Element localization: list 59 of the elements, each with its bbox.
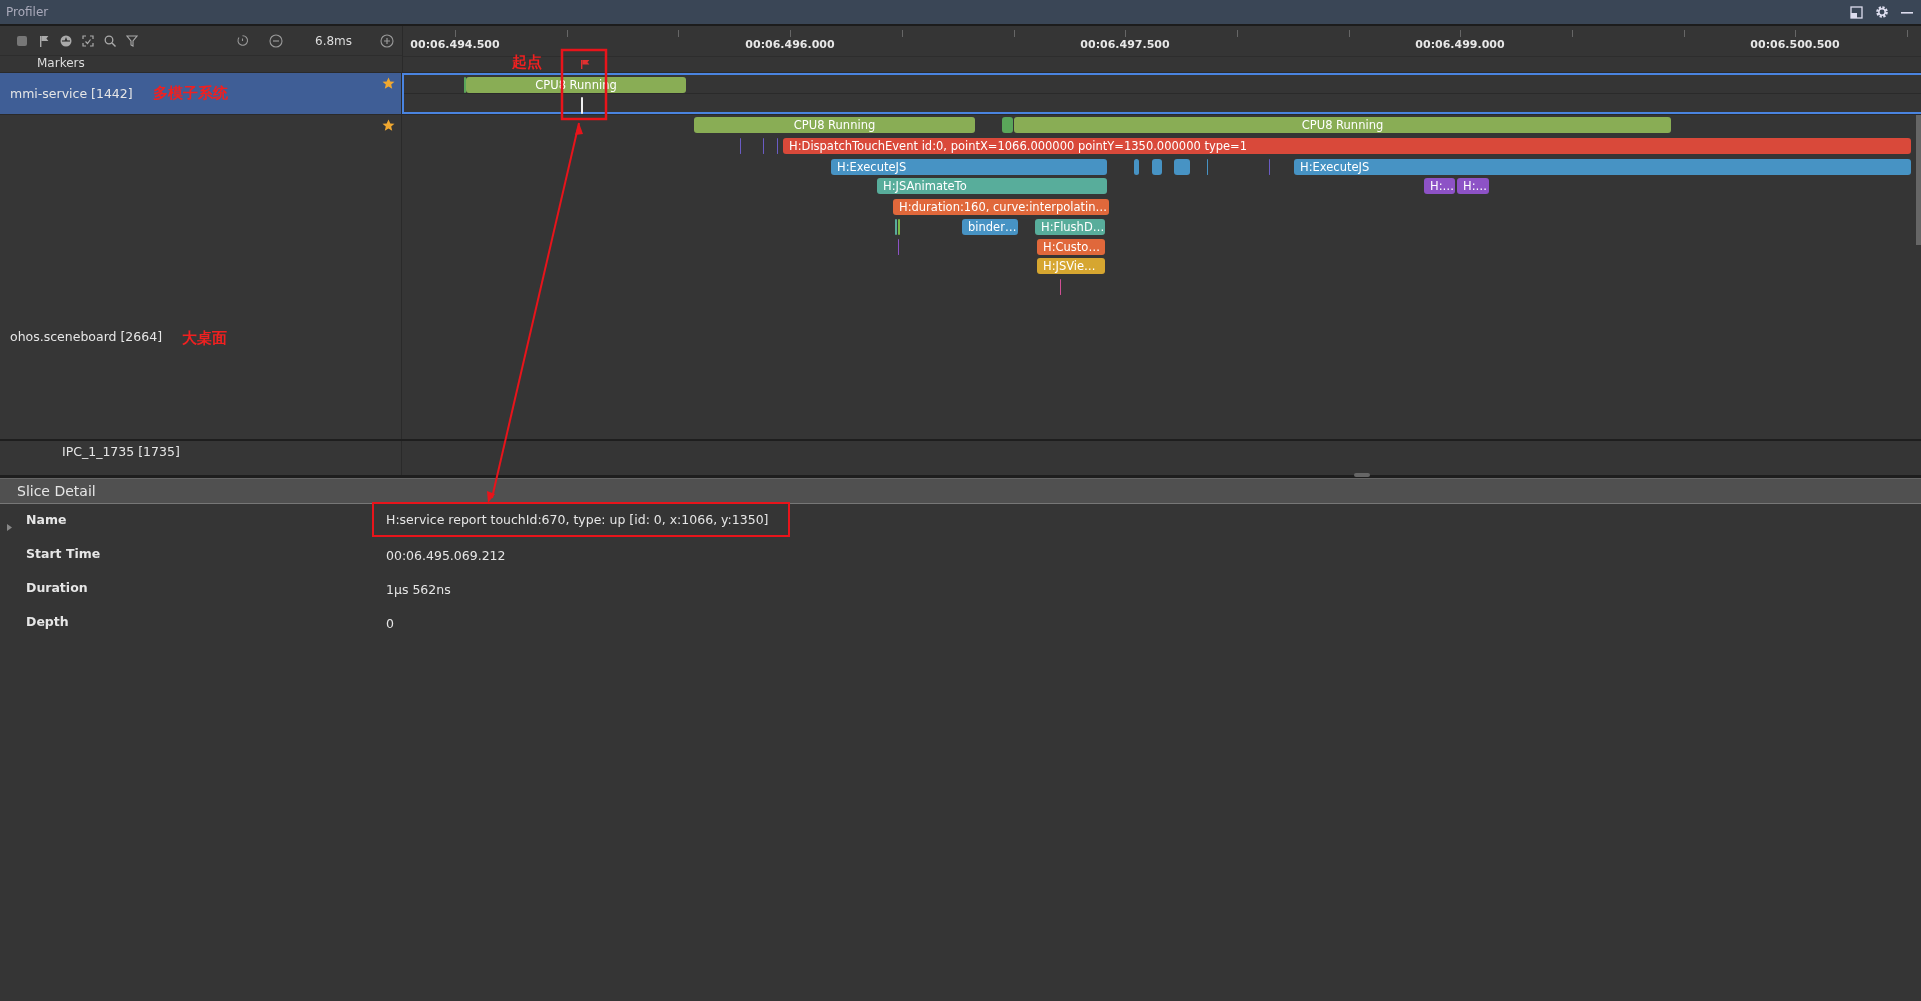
field-value: 1μs 562ns bbox=[386, 582, 452, 597]
tick-label: 00:06.497.500 bbox=[1080, 38, 1170, 51]
expand-icon[interactable] bbox=[7, 524, 12, 531]
capture-icon[interactable] bbox=[82, 34, 94, 47]
slice-mark[interactable] bbox=[1152, 159, 1162, 175]
field-value: 0 bbox=[386, 616, 395, 631]
trace-slice[interactable]: H:ExecuteJS bbox=[831, 159, 1107, 175]
slice-mark[interactable] bbox=[895, 219, 897, 235]
trace-slice[interactable]: CPU8 Running bbox=[1014, 117, 1671, 133]
process-note: 大桌面 bbox=[182, 329, 228, 348]
zoom-out-icon[interactable] bbox=[269, 33, 283, 48]
tick-label: 00:06.500.500 bbox=[1750, 38, 1840, 51]
flag-icon[interactable] bbox=[38, 34, 50, 47]
trace-slice[interactable]: H:duration:160, curve:interpolatin… bbox=[893, 199, 1109, 215]
trace-slice[interactable]: binder… bbox=[962, 219, 1018, 235]
trace-slice[interactable]: H:Custo… bbox=[1037, 239, 1105, 255]
filter-icon[interactable] bbox=[126, 34, 138, 47]
tick-label: 00:06.496.000 bbox=[745, 38, 835, 51]
star-icon[interactable] bbox=[382, 77, 395, 90]
slice-mark[interactable] bbox=[898, 219, 900, 235]
zoom-level: 6.8ms bbox=[315, 33, 353, 48]
tick-label: 00:06.499.000 bbox=[1415, 38, 1505, 51]
trace-slice[interactable]: H:DispatchTouchEvent id:0, pointX=1066.000000 pointY=1350.000000 type=1 bbox=[783, 138, 1911, 154]
trace-slice[interactable]: H:… bbox=[1424, 178, 1455, 194]
window-title: Profiler bbox=[6, 5, 49, 19]
scrollbar[interactable] bbox=[1916, 115, 1921, 245]
search-icon[interactable] bbox=[104, 34, 116, 47]
slice-mark[interactable] bbox=[1174, 159, 1190, 175]
panel-title: Slice Detail bbox=[17, 483, 96, 499]
stop-icon[interactable] bbox=[16, 34, 28, 47]
process-name: IPC_1_1735 [1735] bbox=[62, 444, 180, 459]
start-point-note: 起点 bbox=[512, 53, 542, 72]
star-icon[interactable] bbox=[382, 119, 395, 132]
tick-label: 00:06.494.500 bbox=[410, 38, 500, 51]
slice-mark[interactable] bbox=[1002, 117, 1013, 133]
field-label: Duration bbox=[25, 580, 89, 595]
scrollbar[interactable] bbox=[1354, 473, 1370, 477]
process-row[interactable]: mmi-service [1442] 多模子系统 bbox=[0, 73, 402, 114]
trace-slice[interactable]: H:… bbox=[1457, 178, 1489, 194]
slice-mark[interactable] bbox=[581, 97, 583, 114]
trace-slice[interactable]: H:ExecuteJS bbox=[1294, 159, 1911, 175]
zoom-in-icon[interactable] bbox=[380, 33, 395, 48]
field-value: H:service report touchId:670, type: up [id: 0, x:1066, y:1350] bbox=[374, 504, 789, 535]
flag-icon[interactable] bbox=[581, 60, 590, 69]
markers-label: Markers bbox=[37, 56, 85, 71]
trace-slice[interactable]: CPU8 Running bbox=[694, 117, 975, 133]
field-value: 00:06.495.069.212 bbox=[386, 548, 507, 563]
slice-mark[interactable] bbox=[1134, 159, 1139, 175]
field-label: Name bbox=[25, 512, 68, 527]
panel-icon[interactable] bbox=[1850, 5, 1863, 19]
field-label: Depth bbox=[25, 614, 70, 629]
settings-icon[interactable] bbox=[1875, 5, 1889, 19]
trace-slice[interactable]: H:JSVie… bbox=[1037, 258, 1105, 274]
process-note: 多模子系统 bbox=[152, 84, 228, 103]
trace-slice[interactable]: H:JSAnimateTo bbox=[877, 178, 1107, 194]
process-name: mmi-service [1442] bbox=[10, 86, 133, 101]
field-label: Start Time bbox=[25, 546, 102, 561]
process-name: ohos.sceneboard [2664] bbox=[10, 329, 163, 344]
trace-slice[interactable]: H:FlushD… bbox=[1035, 219, 1105, 235]
